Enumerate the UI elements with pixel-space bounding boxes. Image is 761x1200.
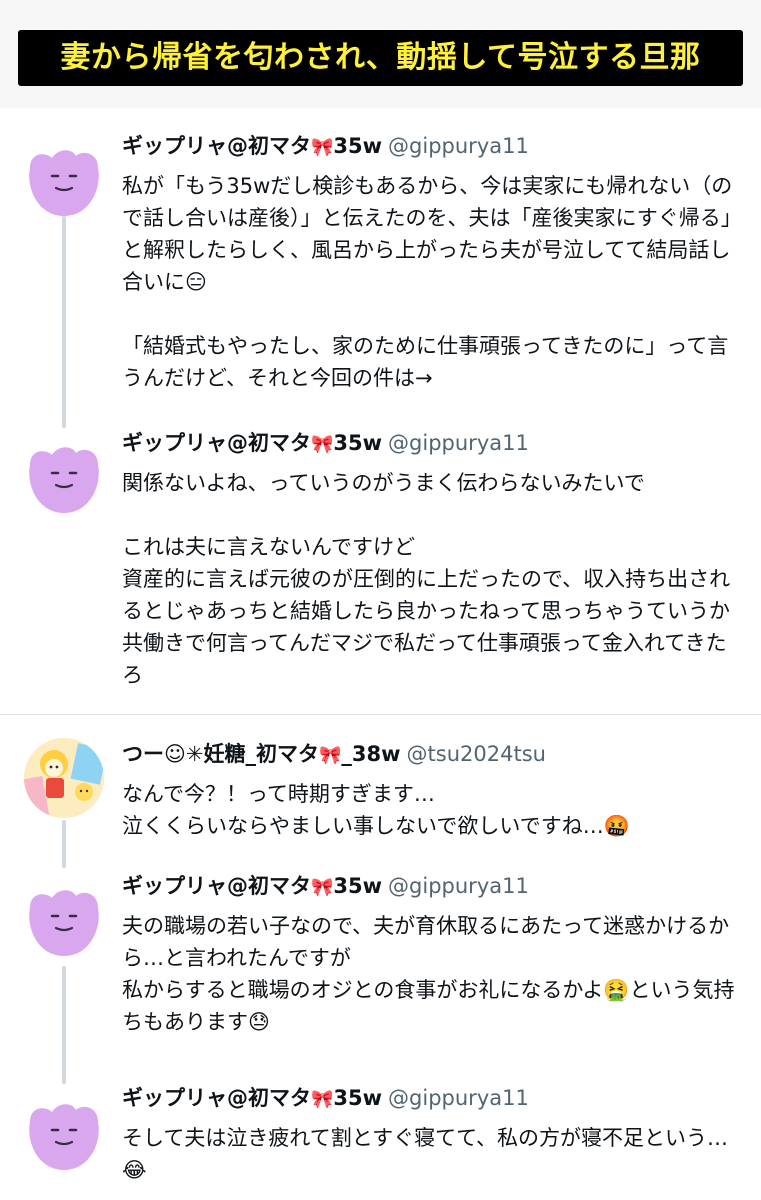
display-name[interactable]: ギップリャ@初マタ bbox=[122, 1086, 311, 1110]
pregnancy-weeks: 35w bbox=[333, 431, 383, 455]
pregnancy-weeks: _38w bbox=[341, 742, 401, 766]
user-handle[interactable]: @gippurya11 bbox=[388, 431, 529, 455]
user-handle[interactable]: @gippurya11 bbox=[388, 874, 529, 898]
ribbon-icon: 🎀 bbox=[311, 877, 334, 898]
tweet-header: ギップリャ@初マタ🎀35w @gippurya11 bbox=[122, 870, 529, 902]
user-handle[interactable]: @gippurya11 bbox=[388, 134, 529, 158]
tweet-header: つー☺︎✳︎妊糖_初マタ🎀_38w @tsu2024tsu bbox=[122, 738, 546, 770]
thread-divider bbox=[0, 714, 761, 715]
tweet-text: 夫の職場の若い子なので、夫が育休取るにあたって迷惑かけるから…と言われたんですが… bbox=[122, 914, 735, 1034]
user-handle[interactable]: @tsu2024tsu bbox=[407, 742, 546, 766]
banner-title: 妻から帰省を匂わされ、動揺して号泣する旦那 bbox=[18, 30, 743, 86]
tweet-text: そして夫は泣き疲れて割とすぐ寝てて、私の方が寝不足という…😂 bbox=[122, 1126, 729, 1182]
thread-line bbox=[62, 216, 66, 428]
thread-line bbox=[62, 820, 66, 868]
tweet-header: ギップリャ@初マタ🎀35w @gippurya11 bbox=[122, 427, 529, 459]
pregnancy-weeks: 35w bbox=[333, 1086, 383, 1110]
character-sticker-avatar-icon[interactable] bbox=[24, 738, 104, 818]
display-name[interactable]: つー☺︎✳︎妊糖_初マタ bbox=[122, 742, 319, 766]
display-name[interactable]: ギップリャ@初マタ bbox=[122, 874, 311, 898]
display-name[interactable]: ギップリャ@初マタ bbox=[122, 431, 311, 455]
tweet-header: ギップリャ@初マタ🎀35w @gippurya11 bbox=[122, 1082, 529, 1114]
pregnancy-weeks: 35w bbox=[333, 874, 383, 898]
display-name[interactable]: ギップリャ@初マタ bbox=[122, 134, 311, 158]
tweet-text: なんで今？！って時期すぎます… 泣くくらいならやましい事しないで欲しいですね…🤬 bbox=[122, 782, 630, 838]
ribbon-icon: 🎀 bbox=[311, 137, 334, 158]
tweet-text: 私が「もう35wだし検診もあるから、今は実家にも帰れない（ので話し合いは産後）」… bbox=[122, 174, 742, 390]
thread-line bbox=[62, 966, 66, 1084]
ditto-avatar-icon[interactable] bbox=[24, 1094, 104, 1174]
ribbon-icon: 🎀 bbox=[311, 1089, 334, 1110]
ribbon-icon: 🎀 bbox=[311, 434, 334, 455]
tweet-header: ギップリャ@初マタ🎀35w @gippurya11 bbox=[122, 130, 529, 162]
ditto-avatar-icon[interactable] bbox=[24, 880, 104, 960]
user-handle[interactable]: @gippurya11 bbox=[388, 1086, 529, 1110]
tweet-text: 関係ないよね、っていうのがうまく伝わらないみたいで これは夫に言えないんですけど… bbox=[122, 471, 731, 687]
ribbon-icon: 🎀 bbox=[319, 745, 342, 766]
ditto-avatar-icon[interactable] bbox=[24, 140, 104, 220]
title-banner: 妻から帰省を匂わされ、動揺して号泣する旦那 bbox=[0, 0, 761, 108]
ditto-avatar-icon[interactable] bbox=[24, 437, 104, 517]
pregnancy-weeks: 35w bbox=[333, 134, 383, 158]
